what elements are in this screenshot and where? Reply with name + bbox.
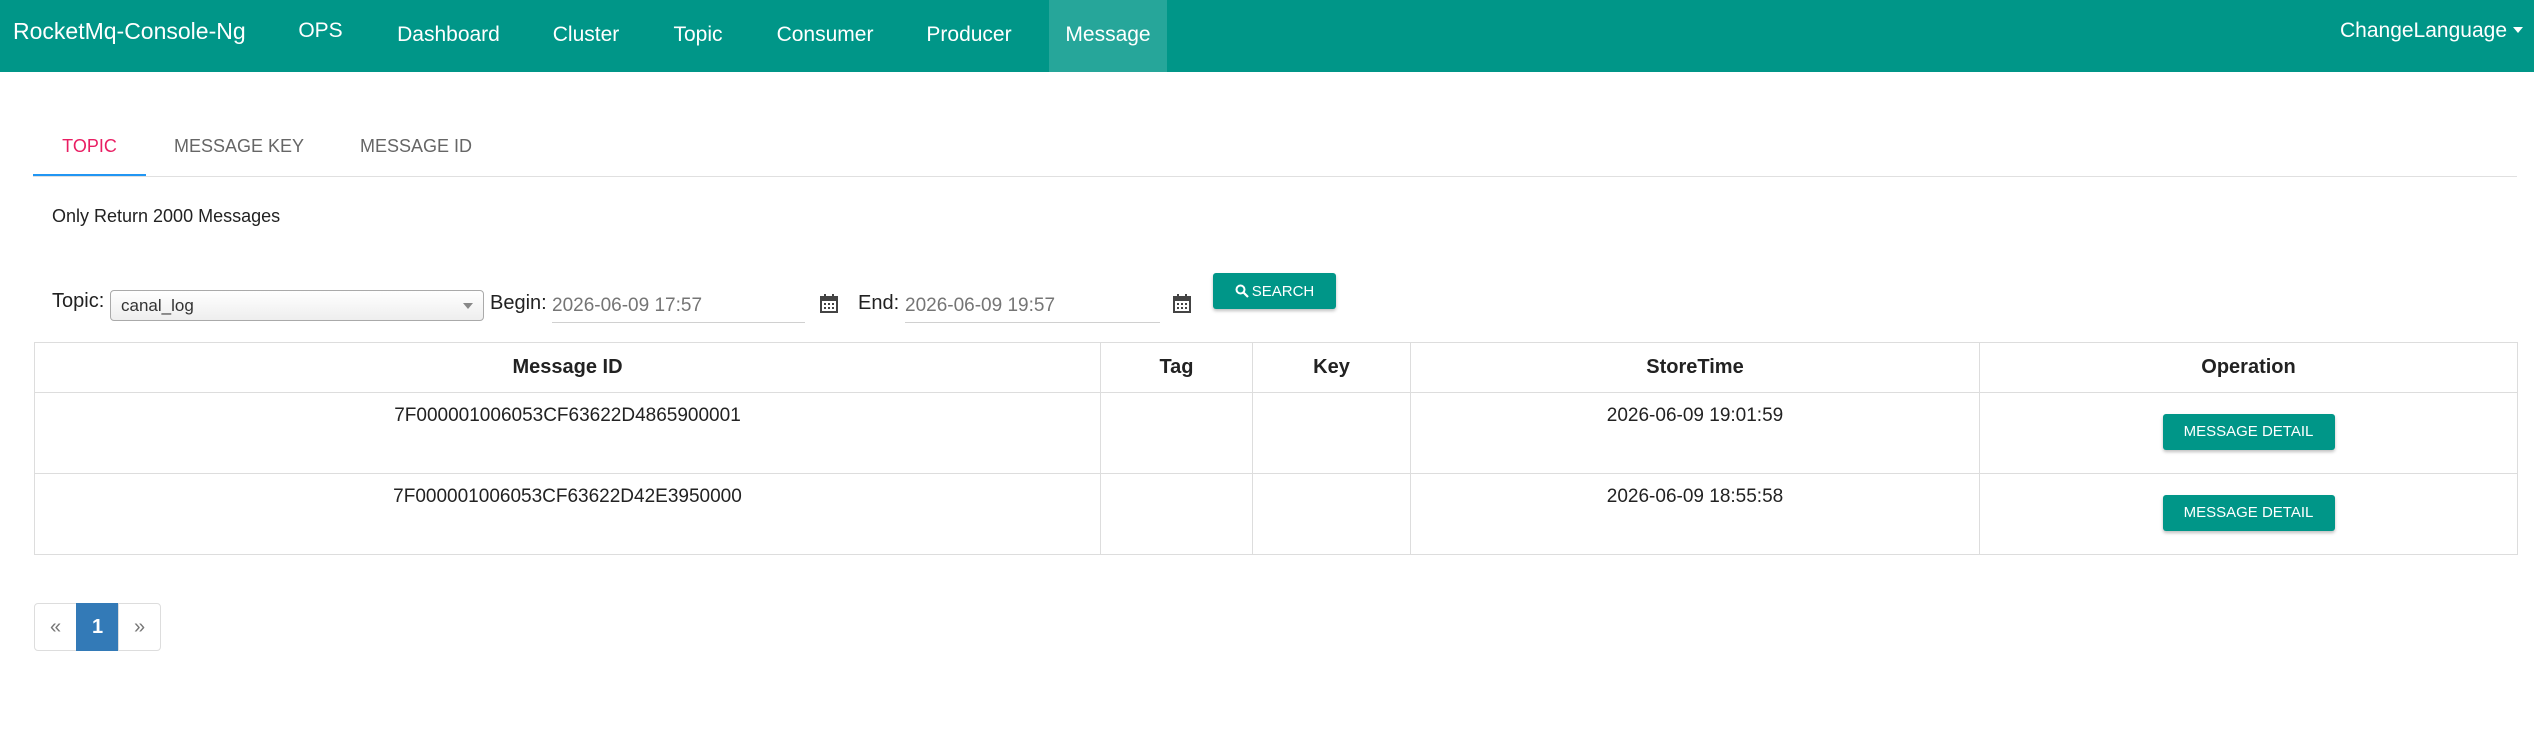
column-header-message-id: Message ID xyxy=(34,342,1101,393)
search-icon xyxy=(1235,284,1249,298)
pagination-next[interactable]: » xyxy=(118,603,161,651)
message-table: Message ID Tag Key StoreTime Operation 7… xyxy=(34,342,2518,555)
message-detail-button[interactable]: MESSAGE DETAIL xyxy=(2162,495,2335,531)
cell-store-time: 2026-06-09 18:55:58 xyxy=(1410,473,1980,555)
table-row: 7F000001006053CF63622D42E3950000 2026-06… xyxy=(34,473,2518,555)
nav-item-cluster[interactable]: Cluster xyxy=(536,0,636,72)
cell-key xyxy=(1252,392,1411,474)
top-navbar: RocketMq-Console-Ng OPS Dashboard Cluste… xyxy=(0,0,2534,72)
result-limit-note: Only Return 2000 Messages xyxy=(52,206,281,226)
caret-down-icon xyxy=(2513,26,2523,33)
begin-calendar-icon[interactable] xyxy=(820,294,838,313)
cell-operation: MESSAGE DETAIL xyxy=(1979,473,2518,555)
tabs-divider xyxy=(33,176,2517,177)
cell-tag xyxy=(1100,473,1253,555)
end-calendar-icon[interactable] xyxy=(1173,294,1191,313)
cell-store-time: 2026-06-09 19:01:59 xyxy=(1410,392,1980,474)
nav-item-consumer[interactable]: Consumer xyxy=(758,0,892,72)
change-language-label: ChangeLanguage xyxy=(2340,19,2507,42)
tab-message-id[interactable]: MESSAGE ID xyxy=(344,133,488,177)
nav-item-message[interactable]: Message xyxy=(1049,0,1167,72)
change-language-dropdown[interactable]: ChangeLanguage xyxy=(2340,0,2523,62)
pagination-prev[interactable]: « xyxy=(34,603,77,651)
column-header-tag: Tag xyxy=(1100,342,1253,393)
nav-item-topic[interactable]: Topic xyxy=(656,0,740,72)
cell-message-id: 7F000001006053CF63622D4865900001 xyxy=(34,392,1101,474)
cell-operation: MESSAGE DETAIL xyxy=(1979,392,2518,474)
dropdown-arrow-icon xyxy=(463,303,473,309)
end-date-input[interactable] xyxy=(905,289,1160,323)
cell-key xyxy=(1252,473,1411,555)
pagination-page-1[interactable]: 1 xyxy=(76,603,119,651)
search-button-label: SEARCH xyxy=(1251,282,1315,300)
column-header-operation: Operation xyxy=(1979,342,2518,393)
begin-label: Begin: xyxy=(490,292,547,314)
topic-select-value: canal_log xyxy=(121,296,194,315)
search-button[interactable]: SEARCH xyxy=(1213,273,1336,309)
table-header-row: Message ID Tag Key StoreTime Operation xyxy=(34,342,2518,393)
end-label: End: xyxy=(858,292,900,314)
pagination: « 1 » xyxy=(34,603,161,651)
table-row: 7F000001006053CF63622D4865900001 2026-06… xyxy=(34,392,2518,474)
topic-label: Topic: xyxy=(52,290,105,312)
cell-tag xyxy=(1100,392,1253,474)
column-header-store-time: StoreTime xyxy=(1410,342,1980,393)
tab-message-key[interactable]: MESSAGE KEY xyxy=(162,133,316,177)
nav-item-producer[interactable]: Producer xyxy=(911,0,1027,72)
nav-item-dashboard[interactable]: Dashboard xyxy=(380,0,517,72)
cell-message-id: 7F000001006053CF63622D42E3950000 xyxy=(34,473,1101,555)
column-header-key: Key xyxy=(1252,342,1411,393)
begin-date-input[interactable] xyxy=(552,289,805,323)
brand-title[interactable]: RocketMq-Console-Ng xyxy=(13,0,246,62)
nav-item-ops[interactable]: OPS xyxy=(292,0,349,72)
tab-topic[interactable]: TOPIC xyxy=(33,133,146,177)
message-detail-button[interactable]: MESSAGE DETAIL xyxy=(2162,414,2335,450)
topic-select[interactable]: canal_log xyxy=(110,290,484,321)
